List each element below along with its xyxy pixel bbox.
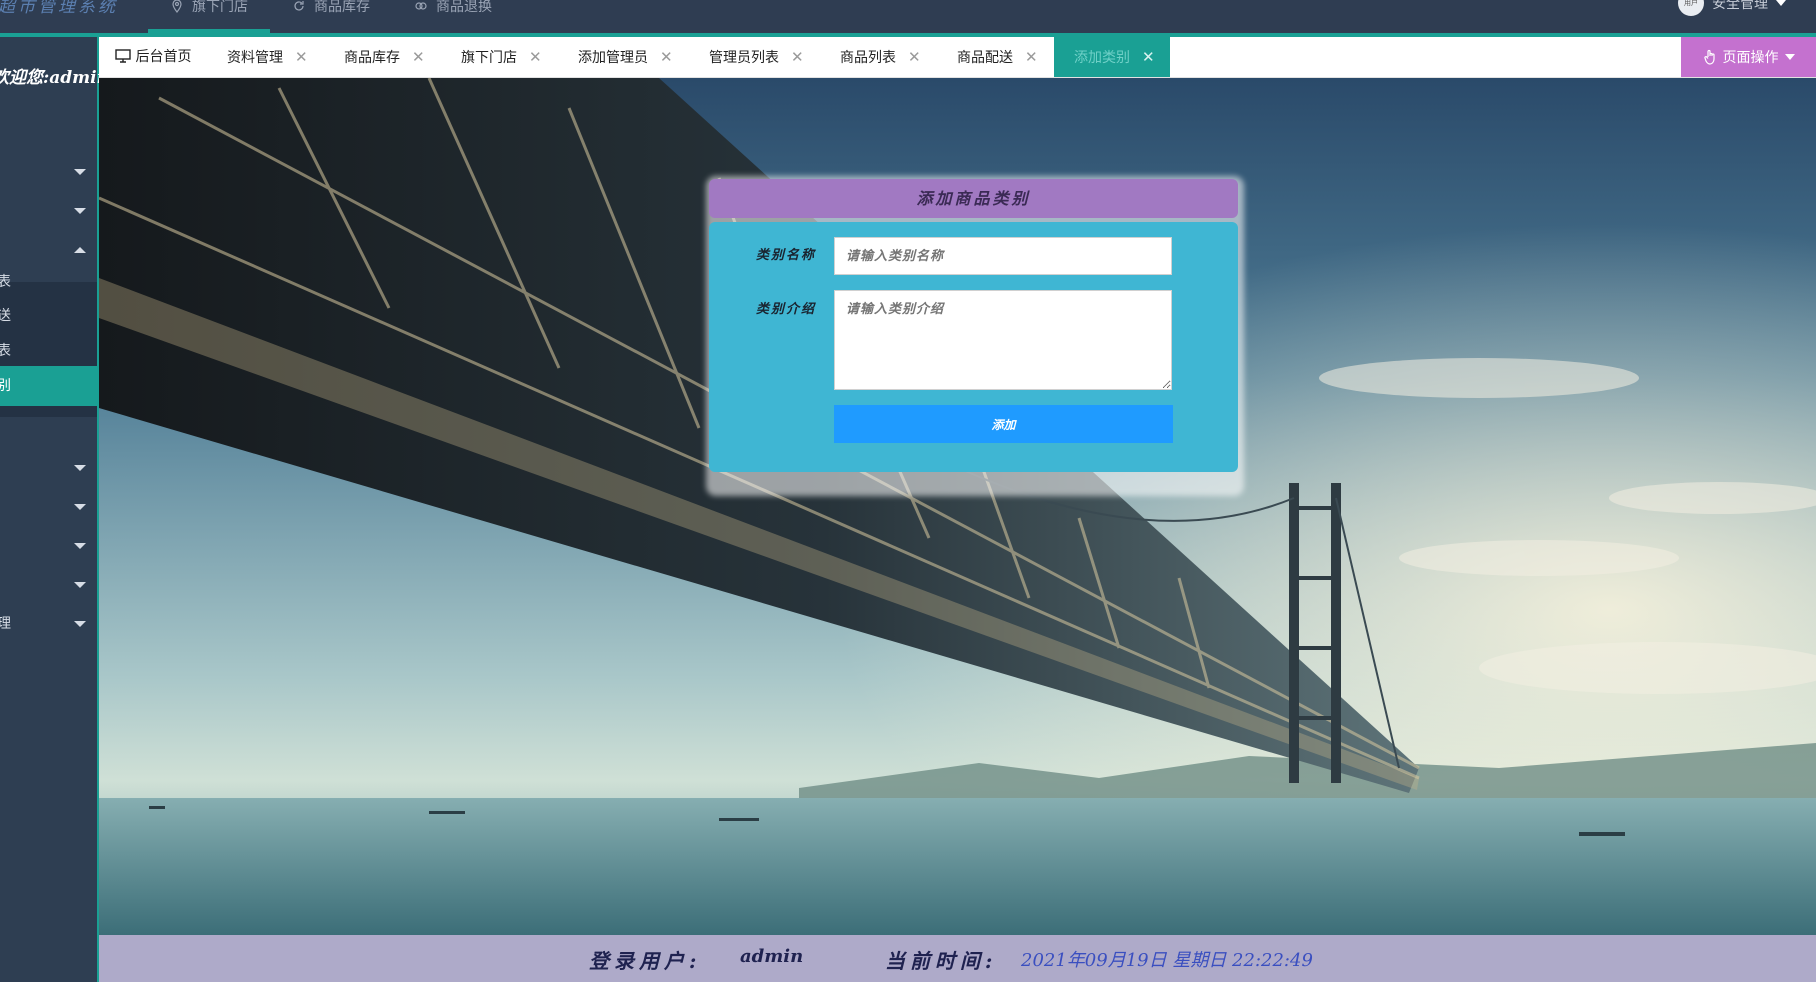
chevron-down-icon [1776, 0, 1786, 6]
page-operations-button[interactable]: 页面操作 [1681, 37, 1816, 77]
user-menu-label: 安全管理 [1712, 0, 1768, 12]
top-nav-label: 商品库存 [314, 0, 370, 15]
tab-profile[interactable]: 资料管理 ✕ [227, 37, 308, 77]
tab-inventory[interactable]: 商品库存 ✕ [344, 37, 425, 77]
tab-label: 后台首页 [135, 49, 192, 65]
close-icon[interactable]: ✕ [1142, 48, 1155, 66]
sidebar-item-add-category[interactable]: 别 [0, 366, 97, 406]
close-icon[interactable]: ✕ [412, 48, 425, 66]
login-user-value: admin [740, 946, 804, 967]
chevron-up-icon[interactable] [74, 247, 86, 253]
tab-add-category[interactable]: 添加类别 ✕ [1054, 37, 1170, 77]
tab-add-admin[interactable]: 添加管理员 ✕ [578, 37, 673, 77]
category-intro-label: 类别介绍 [756, 302, 817, 317]
top-nav-label: 旗下门店 [192, 0, 248, 15]
welcome-text: 欢迎您:admin [0, 68, 109, 88]
close-icon[interactable]: ✕ [295, 48, 308, 66]
top-bar: 超市管理系统 旗下门店 商品库存 商品退换 用户 安全管理 [0, 0, 1816, 33]
form-title: 添加商品类别 [709, 179, 1238, 218]
chevron-down-icon[interactable] [74, 543, 86, 549]
monitor-icon [115, 49, 131, 63]
app-title: 超市管理系统 [0, 0, 118, 17]
tab-stores[interactable]: 旗下门店 ✕ [461, 37, 542, 77]
sidebar-item-delivery[interactable]: 送 [0, 296, 97, 336]
refresh-icon [294, 0, 304, 11]
chevron-down-icon[interactable] [74, 621, 86, 627]
chevron-down-icon[interactable] [74, 465, 86, 471]
chevron-down-icon[interactable] [74, 582, 86, 588]
chevron-down-icon[interactable] [74, 169, 86, 175]
current-time-value: 2021年09月19日 星期日 22:22:49 [1021, 950, 1313, 971]
chevron-down-icon[interactable] [74, 208, 86, 214]
top-nav: 旗下门店 商品库存 商品退换 [148, 0, 514, 33]
login-user-label: 登录用户: [589, 949, 702, 973]
top-nav-item-returns[interactable]: 商品退换 [392, 0, 514, 22]
tab-home[interactable]: 后台首页 [115, 37, 191, 77]
close-icon[interactable]: ✕ [660, 48, 673, 66]
user-menu[interactable]: 用户 安全管理 [1678, 0, 1786, 16]
close-icon[interactable]: ✕ [529, 48, 542, 66]
close-icon[interactable]: ✕ [791, 48, 804, 66]
hand-pointer-icon [1703, 49, 1715, 65]
top-nav-item-inventory[interactable]: 商品库存 [270, 0, 392, 22]
status-footer: 登录用户: admin 当前时间: 2021年09月19日 星期日 22:22:… [99, 935, 1816, 982]
top-nav-label: 商品退换 [436, 0, 492, 15]
chevron-down-icon[interactable] [74, 504, 86, 510]
close-icon[interactable]: ✕ [1025, 48, 1038, 66]
current-time-label: 当前时间: [885, 949, 998, 973]
close-icon[interactable]: ✕ [908, 48, 921, 66]
top-nav-item-stores[interactable]: 旗下门店 [148, 0, 270, 33]
exchange-icon [415, 1, 427, 10]
location-pin-icon [172, 0, 182, 13]
category-intro-textarea[interactable] [834, 290, 1172, 390]
tab-admin-list[interactable]: 管理员列表 ✕ [709, 37, 804, 77]
tab-delivery[interactable]: 商品配送 ✕ [957, 37, 1038, 77]
add-button[interactable]: 添加 [834, 405, 1173, 443]
category-name-input[interactable] [834, 237, 1172, 275]
tab-product-list[interactable]: 商品列表 ✕ [840, 37, 921, 77]
sidebar: 欢迎您:admin 表 送 表 别 理 [0, 37, 109, 982]
chevron-down-icon [1784, 54, 1795, 60]
avatar[interactable]: 用户 [1678, 0, 1704, 16]
category-name-label: 类别名称 [756, 248, 817, 263]
tab-bar: 后台首页 资料管理 ✕ 商品库存 ✕ 旗下门店 ✕ 添加管理员 ✕ 管理员列表 ✕ 商品列… [99, 37, 1816, 78]
sidebar-item-product-list[interactable]: 表 [0, 331, 97, 371]
